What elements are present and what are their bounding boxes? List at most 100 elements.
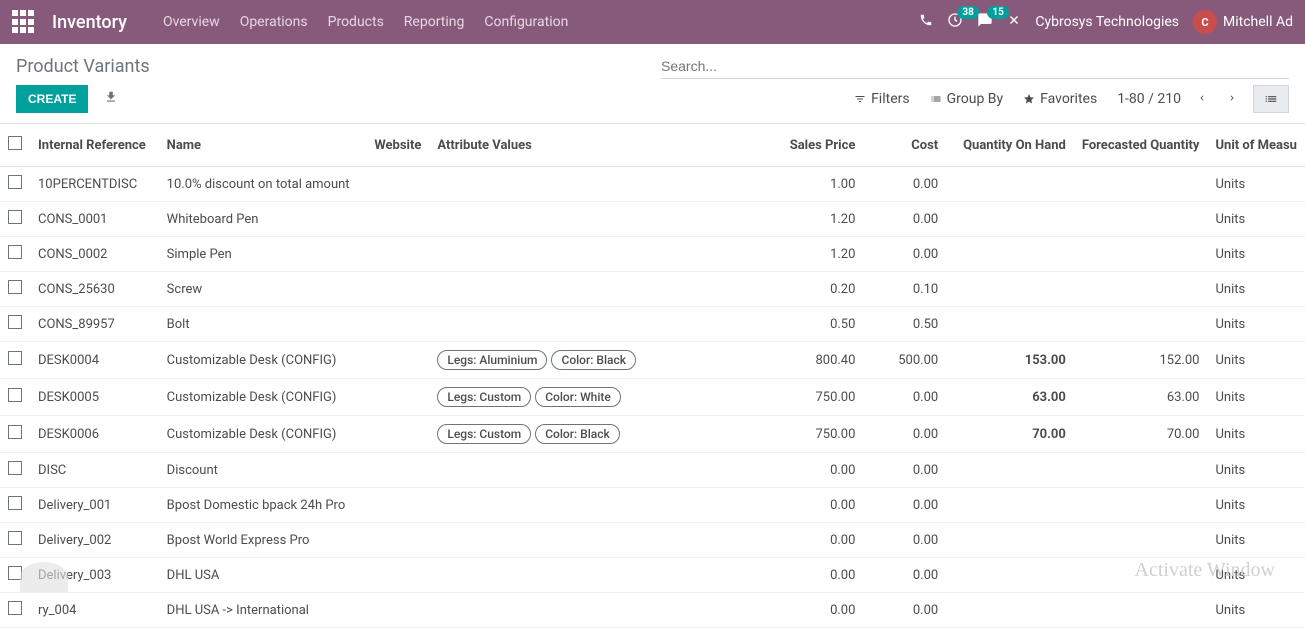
col-cost[interactable]: Cost	[863, 124, 946, 167]
app-title[interactable]: Inventory	[52, 12, 127, 33]
create-button[interactable]: CREATE	[16, 85, 88, 113]
row-checkbox[interactable]	[8, 351, 22, 365]
list-view-icon	[1264, 92, 1278, 106]
col-forecast[interactable]: Forecasted Quantity	[1074, 124, 1208, 167]
activity-icon[interactable]: 38	[947, 12, 963, 32]
cell-sales: 0.20	[775, 272, 863, 307]
table-row[interactable]: DESK0005Customizable Desk (CONFIG)Legs: …	[0, 379, 1305, 416]
table-row[interactable]: DESK0006Customizable Desk (CONFIG)Legs: …	[0, 416, 1305, 453]
cell-website	[366, 488, 429, 523]
pager-next[interactable]	[1221, 86, 1243, 113]
col-sales[interactable]: Sales Price	[775, 124, 863, 167]
cell-qoh	[946, 167, 1074, 202]
row-checkbox[interactable]	[8, 496, 22, 510]
filters-button[interactable]: Filters	[854, 91, 910, 107]
cell-qoh: 70.00	[946, 416, 1074, 453]
cell-cost: 0.50	[863, 307, 946, 342]
cell-forecast: 152.00	[1074, 342, 1208, 379]
cell-qoh	[946, 558, 1074, 593]
cell-forecast: 63.00	[1074, 379, 1208, 416]
menu-configuration[interactable]: Configuration	[484, 14, 568, 30]
table-row[interactable]: CONS_89957Bolt0.500.50Units	[0, 307, 1305, 342]
row-checkbox[interactable]	[8, 315, 22, 329]
table-row[interactable]: ry_004DHL USA -> International0.000.00Un…	[0, 593, 1305, 628]
pager-text[interactable]: 1-80 / 210	[1117, 91, 1181, 107]
list-view-button[interactable]	[1253, 85, 1289, 113]
col-name[interactable]: Name	[159, 124, 367, 167]
cell-ref: Delivery_001	[30, 488, 159, 523]
control-panel: Product Variants CREATE Filters Group By…	[0, 44, 1305, 124]
cell-ref: CONS_0002	[30, 237, 159, 272]
cell-website	[366, 416, 429, 453]
row-checkbox[interactable]	[8, 175, 22, 189]
cell-ref: 10PERCENTDISC	[30, 167, 159, 202]
cell-qoh: 153.00	[946, 342, 1074, 379]
row-checkbox[interactable]	[8, 210, 22, 224]
cell-qoh	[946, 593, 1074, 628]
list-icon	[930, 93, 942, 105]
attr-tag: Legs: Custom	[437, 387, 531, 407]
chat-panel-icon[interactable]	[20, 562, 68, 592]
cell-qoh	[946, 237, 1074, 272]
cell-attrs	[429, 593, 775, 628]
row-checkbox[interactable]	[8, 601, 22, 615]
table-row[interactable]: Delivery_003DHL USA0.000.00Units	[0, 558, 1305, 593]
col-ref[interactable]: Internal Reference	[30, 124, 159, 167]
cell-website	[366, 167, 429, 202]
apps-icon[interactable]	[12, 10, 36, 34]
cell-website	[366, 237, 429, 272]
row-checkbox[interactable]	[8, 461, 22, 475]
cell-attrs	[429, 453, 775, 488]
cell-website	[366, 272, 429, 307]
menu-operations[interactable]: Operations	[240, 14, 308, 30]
import-icon[interactable]	[104, 90, 118, 108]
table-row[interactable]: Delivery_001Bpost Domestic bpack 24h Pro…	[0, 488, 1305, 523]
table-row[interactable]: CONS_0002Simple Pen1.200.00Units	[0, 237, 1305, 272]
cell-forecast	[1074, 453, 1208, 488]
cell-attrs: Legs: CustomColor: White	[429, 379, 775, 416]
cell-cost: 0.00	[863, 202, 946, 237]
user-menu[interactable]: C Mitchell Ad	[1193, 10, 1293, 34]
search-box[interactable]	[661, 54, 1289, 79]
select-all-checkbox[interactable]	[8, 136, 22, 150]
col-attrs[interactable]: Attribute Values	[429, 124, 775, 167]
cell-name: DHL USA -> International	[159, 593, 367, 628]
favorites-button[interactable]: Favorites	[1023, 91, 1097, 107]
chat-icon[interactable]: 15	[977, 12, 993, 32]
row-checkbox[interactable]	[8, 531, 22, 545]
row-checkbox[interactable]	[8, 425, 22, 439]
row-checkbox[interactable]	[8, 280, 22, 294]
table-row[interactable]: DESK0004Customizable Desk (CONFIG)Legs: …	[0, 342, 1305, 379]
table-row[interactable]: Delivery_002Bpost World Express Pro0.000…	[0, 523, 1305, 558]
row-checkbox[interactable]	[8, 245, 22, 259]
cell-uom: Units	[1207, 416, 1305, 453]
cell-ref: Delivery_002	[30, 523, 159, 558]
cell-cost: 0.00	[863, 379, 946, 416]
cell-sales: 1.20	[775, 202, 863, 237]
avatar: C	[1193, 10, 1217, 34]
col-uom[interactable]: Unit of Measu	[1207, 124, 1305, 167]
cell-uom: Units	[1207, 342, 1305, 379]
cell-ref: DESK0004	[30, 342, 159, 379]
menu-overview[interactable]: Overview	[163, 14, 220, 30]
row-checkbox[interactable]	[8, 388, 22, 402]
cell-website	[366, 379, 429, 416]
cell-cost: 0.00	[863, 237, 946, 272]
close-icon[interactable]	[1007, 13, 1021, 31]
groupby-button[interactable]: Group By	[930, 91, 1004, 107]
menu-products[interactable]: Products	[328, 14, 384, 30]
search-input[interactable]	[661, 54, 1289, 78]
phone-icon[interactable]	[919, 13, 933, 31]
company-name[interactable]: Cybrosys Technologies	[1035, 14, 1179, 30]
cell-qoh: 63.00	[946, 379, 1074, 416]
pager-prev[interactable]	[1191, 86, 1213, 113]
menu-reporting[interactable]: Reporting	[404, 14, 465, 30]
attr-tag: Color: White	[535, 387, 621, 407]
col-website[interactable]: Website	[366, 124, 429, 167]
cell-qoh	[946, 307, 1074, 342]
table-row[interactable]: CONS_0001Whiteboard Pen1.200.00Units	[0, 202, 1305, 237]
table-row[interactable]: CONS_25630Screw0.200.10Units	[0, 272, 1305, 307]
table-row[interactable]: 10PERCENTDISC10.0% discount on total amo…	[0, 167, 1305, 202]
table-row[interactable]: DISCDiscount0.000.00Units	[0, 453, 1305, 488]
col-qoh[interactable]: Quantity On Hand	[946, 124, 1074, 167]
